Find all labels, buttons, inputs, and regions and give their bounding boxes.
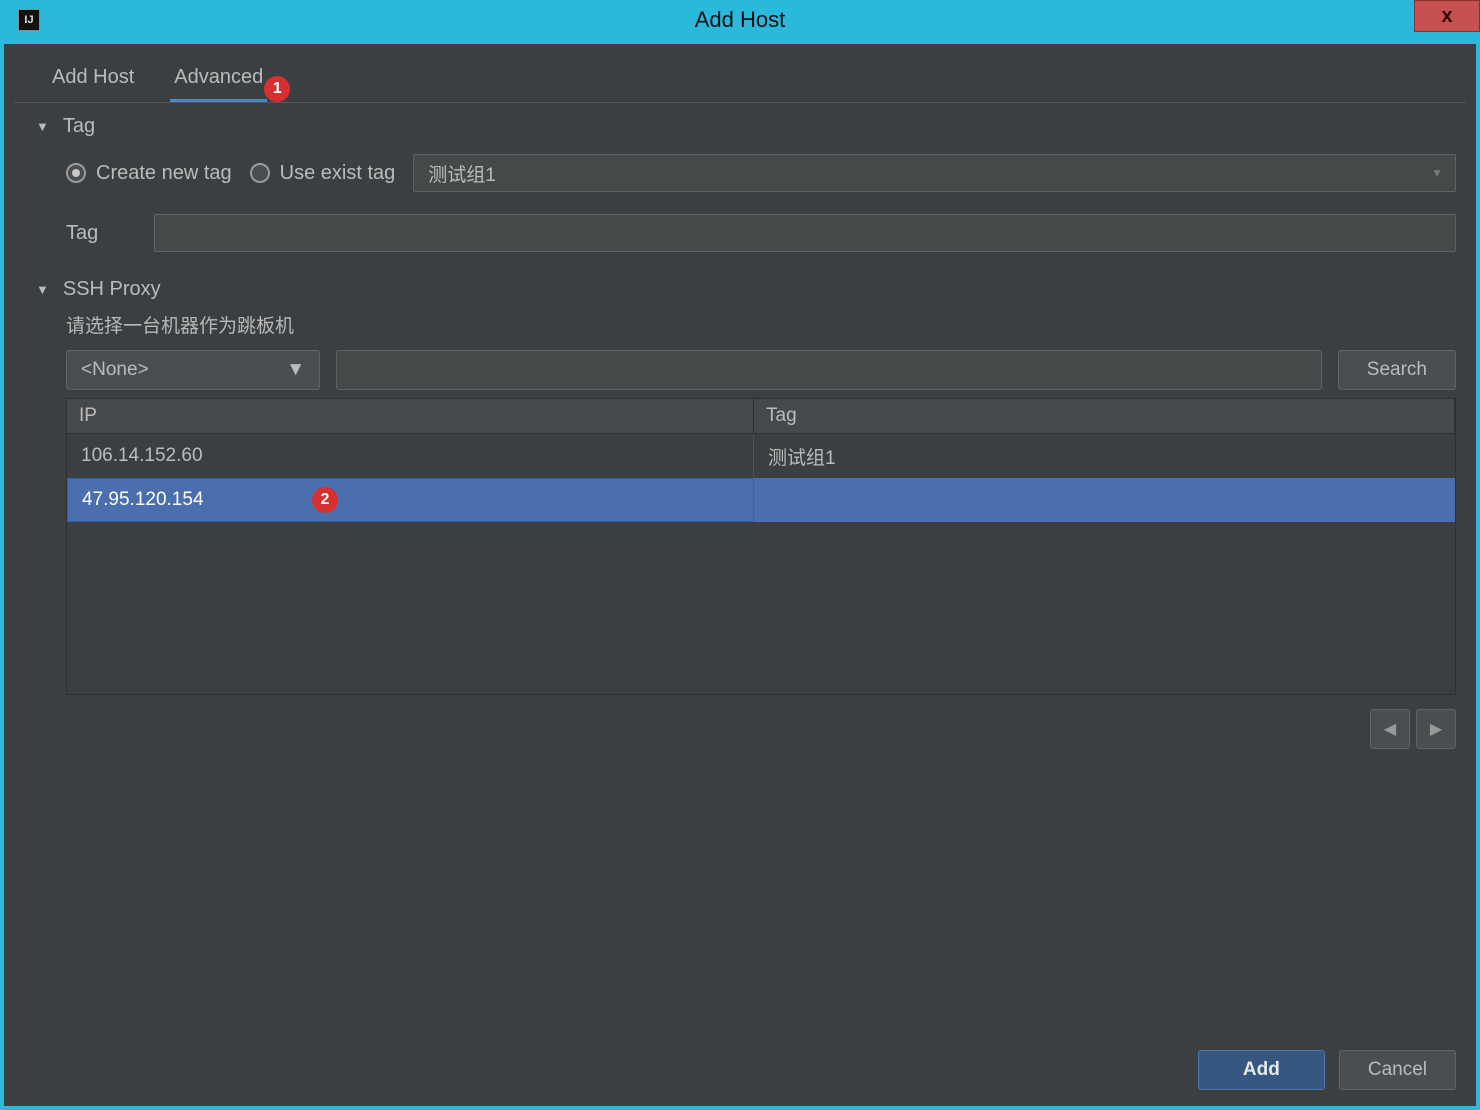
pager: ◀ ▶ xyxy=(36,695,1466,749)
table-row[interactable]: 106.14.152.60 测试组1 xyxy=(67,434,1455,478)
radio-use-exist-tag-indicator xyxy=(250,163,270,183)
section-tag-title: Tag xyxy=(63,115,95,138)
tag-combo[interactable]: 测试组1 ▼ xyxy=(413,154,1456,192)
tab-bar: Add Host Advanced 1 xyxy=(14,58,1466,103)
next-page-button[interactable]: ▶ xyxy=(1416,709,1456,749)
tag-radio-row: Create new tag Use exist tag 测试组1 ▼ xyxy=(36,148,1466,198)
dialog-footer: Add Cancel xyxy=(14,1040,1466,1096)
section-tag-header[interactable]: Tag xyxy=(36,115,1466,138)
cell-ip-text: 47.95.120.154 xyxy=(82,489,204,511)
window-title: Add Host xyxy=(0,7,1480,33)
tag-combo-value: 测试组1 xyxy=(428,160,496,187)
annotation-2: 2 xyxy=(312,487,338,513)
prev-page-button[interactable]: ◀ xyxy=(1370,709,1410,749)
tab-add-host[interactable]: Add Host xyxy=(48,58,138,102)
ssh-table-body: 106.14.152.60 测试组1 47.95.120.154 2 xyxy=(67,434,1455,694)
radio-create-new-tag-label: Create new tag xyxy=(96,162,232,185)
cell-ip: 47.95.120.154 2 xyxy=(67,478,754,522)
tag-input-row: Tag xyxy=(36,208,1466,258)
ssh-filter-value: <None> xyxy=(81,359,149,381)
tab-advanced-label: Advanced xyxy=(174,66,263,88)
radio-use-exist-tag-label: Use exist tag xyxy=(280,162,396,185)
section-tag: Tag Create new tag Use exist tag 测试组1 ▼ … xyxy=(14,115,1466,258)
ssh-hint: 请选择一台机器作为跳板机 xyxy=(36,311,1466,338)
chevron-right-icon: ▶ xyxy=(1430,719,1442,739)
cell-tag: 测试组1 xyxy=(754,434,1455,478)
cell-tag xyxy=(754,478,1455,522)
annotation-1: 1 xyxy=(264,76,290,102)
tag-field-label: Tag xyxy=(66,222,136,245)
chevron-down-icon: ▼ xyxy=(1431,166,1443,180)
section-ssh-proxy: SSH Proxy 请选择一台机器作为跳板机 <None> ▼ Search I… xyxy=(14,278,1466,749)
dialog-window: IJ Add Host x Add Host Advanced 1 Tag Cr… xyxy=(0,0,1480,1110)
search-button[interactable]: Search xyxy=(1338,350,1456,390)
radio-create-new-tag-indicator xyxy=(66,163,86,183)
ssh-search-input[interactable] xyxy=(336,350,1322,390)
radio-use-exist-tag[interactable]: Use exist tag xyxy=(250,162,396,185)
cancel-button[interactable]: Cancel xyxy=(1339,1050,1456,1090)
ssh-filter-combo[interactable]: <None> ▼ xyxy=(66,350,320,390)
col-ip[interactable]: IP xyxy=(67,399,754,433)
section-ssh-header[interactable]: SSH Proxy xyxy=(36,278,1466,301)
section-ssh-title: SSH Proxy xyxy=(63,278,161,301)
ssh-table-header: IP Tag xyxy=(67,399,1455,434)
col-tag[interactable]: Tag xyxy=(754,399,1455,433)
chevron-down-icon: ▼ xyxy=(286,359,305,381)
table-row[interactable]: 47.95.120.154 2 xyxy=(67,478,1455,522)
cell-ip: 106.14.152.60 xyxy=(67,434,754,478)
close-button[interactable]: x xyxy=(1414,0,1480,32)
radio-create-new-tag[interactable]: Create new tag xyxy=(66,162,232,185)
ssh-filter-row: <None> ▼ Search xyxy=(36,350,1466,390)
tag-input[interactable] xyxy=(154,214,1456,252)
titlebar: IJ Add Host x xyxy=(0,0,1480,40)
add-button[interactable]: Add xyxy=(1198,1050,1325,1090)
chevron-left-icon: ◀ xyxy=(1384,719,1396,739)
tab-advanced[interactable]: Advanced 1 xyxy=(170,58,267,102)
ssh-table: IP Tag 106.14.152.60 测试组1 47.95.120.154 … xyxy=(66,398,1456,695)
dialog-content: Add Host Advanced 1 Tag Create new tag U… xyxy=(4,44,1476,1106)
